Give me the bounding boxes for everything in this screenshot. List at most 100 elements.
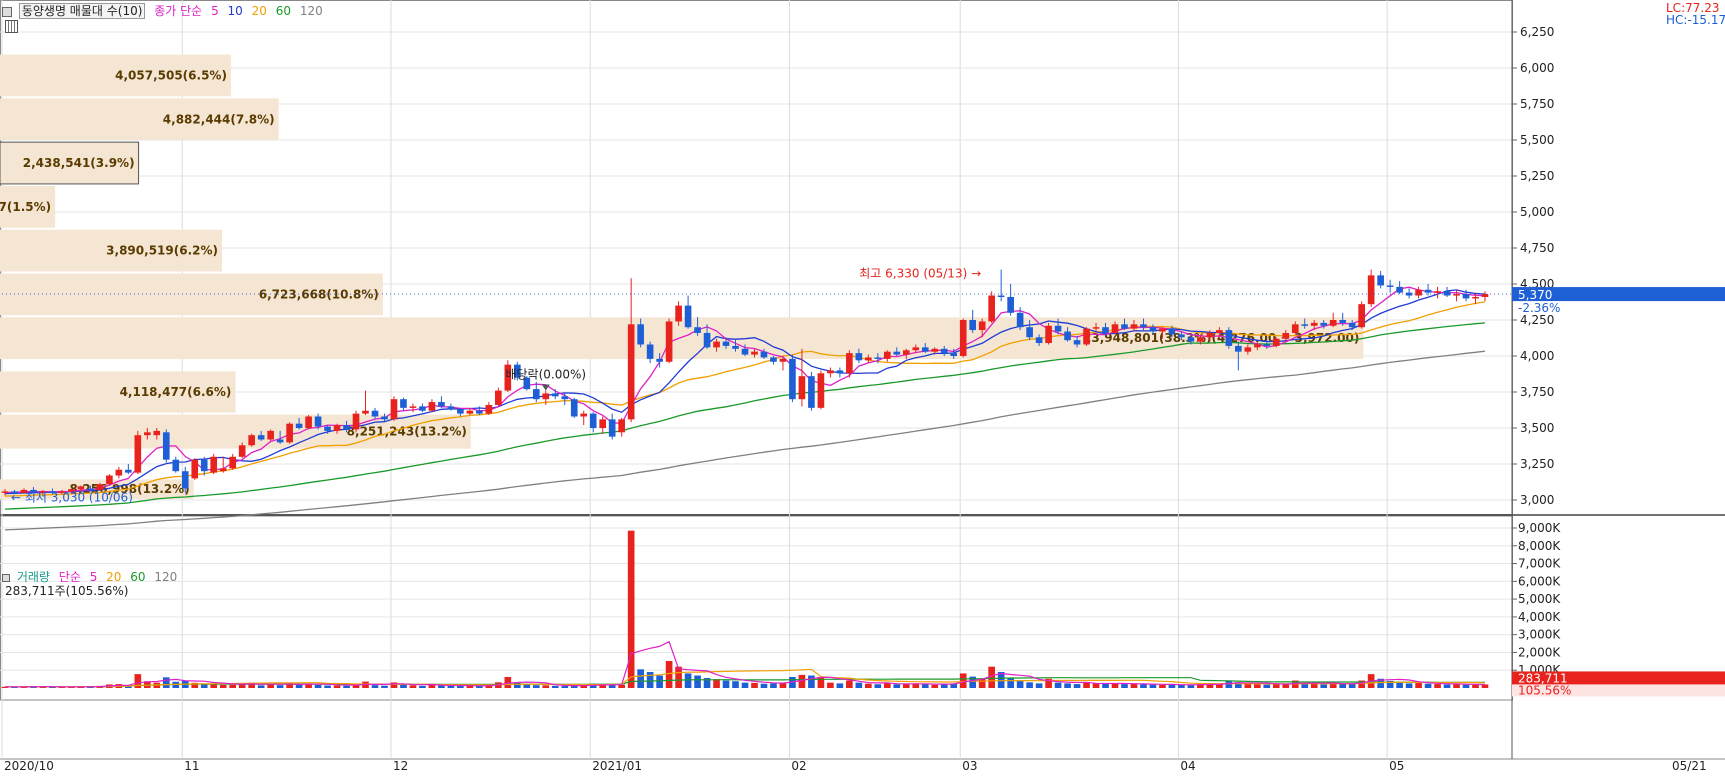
candle-body[interactable] bbox=[997, 295, 1005, 298]
candle-body[interactable] bbox=[495, 390, 502, 405]
candle-body[interactable] bbox=[381, 416, 388, 420]
volume-bar[interactable] bbox=[162, 677, 170, 688]
volume-bar[interactable] bbox=[1310, 683, 1318, 688]
volume-bar[interactable] bbox=[381, 685, 388, 688]
candle-body[interactable] bbox=[1035, 337, 1043, 344]
candle-body[interactable] bbox=[893, 351, 901, 355]
candle-body[interactable] bbox=[902, 350, 910, 355]
volume-bar[interactable] bbox=[1121, 684, 1128, 688]
volume-bar[interactable] bbox=[286, 682, 293, 688]
candle-body[interactable] bbox=[1130, 324, 1138, 329]
candle-body[interactable] bbox=[1197, 337, 1204, 342]
candle-body[interactable] bbox=[751, 351, 758, 355]
candle-body[interactable] bbox=[466, 410, 474, 414]
candle-body[interactable] bbox=[1329, 320, 1337, 326]
grid-icon[interactable] bbox=[5, 20, 18, 33]
price-legend-ma-type[interactable]: 종가 단순 bbox=[154, 4, 202, 18]
candle-body[interactable] bbox=[352, 413, 360, 430]
volume-bar[interactable] bbox=[1396, 682, 1403, 688]
volume-bar[interactable] bbox=[324, 685, 331, 688]
candle-body[interactable] bbox=[608, 419, 616, 437]
candle-body[interactable] bbox=[789, 358, 796, 400]
candle-body[interactable] bbox=[1263, 344, 1271, 346]
candle-body[interactable] bbox=[921, 347, 929, 352]
candle-body[interactable] bbox=[447, 406, 455, 410]
candle-body[interactable] bbox=[1253, 344, 1261, 348]
candle-body[interactable] bbox=[627, 324, 635, 420]
volume-bar[interactable] bbox=[276, 685, 284, 688]
volume-bar[interactable] bbox=[1272, 683, 1280, 688]
volume-bar[interactable] bbox=[921, 684, 929, 688]
candle-body[interactable] bbox=[1026, 327, 1033, 338]
candle-body[interactable] bbox=[200, 459, 208, 472]
volume-bar[interactable] bbox=[874, 684, 882, 688]
candle-body[interactable] bbox=[438, 402, 445, 407]
volume-bar[interactable] bbox=[855, 682, 863, 688]
volume-bar[interactable] bbox=[1073, 684, 1081, 688]
candle-body[interactable] bbox=[457, 409, 464, 414]
candle-body[interactable] bbox=[722, 341, 730, 346]
volume-bar[interactable] bbox=[1415, 683, 1422, 688]
candle-body[interactable] bbox=[770, 357, 777, 362]
volume-bar[interactable] bbox=[314, 684, 322, 688]
candle-body[interactable] bbox=[125, 469, 132, 473]
candle-body[interactable] bbox=[162, 432, 170, 460]
candle-body[interactable] bbox=[1434, 291, 1441, 293]
candle-body[interactable] bbox=[580, 413, 588, 417]
candle-body[interactable] bbox=[1102, 327, 1109, 333]
vma120-legend[interactable]: 120 bbox=[154, 570, 177, 584]
candle-body[interactable] bbox=[1007, 296, 1014, 313]
candle-body[interactable] bbox=[324, 426, 331, 431]
candle-body[interactable] bbox=[229, 456, 237, 469]
candle-body[interactable] bbox=[419, 406, 426, 411]
candle-body[interactable] bbox=[1187, 337, 1195, 342]
candle-body[interactable] bbox=[741, 348, 749, 355]
volume-bar[interactable] bbox=[419, 685, 426, 688]
volume-bar[interactable] bbox=[741, 682, 749, 688]
candle-body[interactable] bbox=[286, 423, 293, 443]
candle-body[interactable] bbox=[760, 351, 768, 358]
volume-settings-icon[interactable] bbox=[2, 573, 10, 582]
volume-bar[interactable] bbox=[940, 684, 948, 688]
volume-bar[interactable] bbox=[627, 530, 635, 688]
volume-bar[interactable] bbox=[1443, 684, 1451, 688]
candle-body[interactable] bbox=[1083, 328, 1090, 345]
volume-bar[interactable] bbox=[846, 680, 853, 688]
candle-body[interactable] bbox=[276, 439, 284, 443]
ma5-legend[interactable]: 5 bbox=[211, 4, 219, 18]
candle-body[interactable] bbox=[846, 353, 853, 374]
volume-bar[interactable] bbox=[893, 684, 901, 688]
candle-body[interactable] bbox=[779, 358, 787, 362]
volume-bar[interactable] bbox=[865, 683, 872, 688]
candle-body[interactable] bbox=[589, 413, 597, 428]
candle-body[interactable] bbox=[1424, 289, 1432, 293]
candle-body[interactable] bbox=[115, 469, 123, 476]
candle-body[interactable] bbox=[1092, 327, 1100, 329]
candle-body[interactable] bbox=[428, 402, 436, 411]
volume-bar[interactable] bbox=[722, 680, 730, 688]
candle-body[interactable] bbox=[1168, 328, 1176, 335]
candle-body[interactable] bbox=[978, 321, 986, 331]
volume-bar[interactable] bbox=[959, 673, 967, 688]
candle-body[interactable] bbox=[210, 456, 218, 473]
candle-body[interactable] bbox=[305, 416, 312, 428]
candle-body[interactable] bbox=[343, 425, 350, 430]
candle-body[interactable] bbox=[1291, 324, 1299, 333]
candle-body[interactable] bbox=[267, 430, 274, 440]
volume-bar[interactable] bbox=[665, 660, 673, 688]
candle-body[interactable] bbox=[1064, 331, 1071, 341]
candle-body[interactable] bbox=[1149, 327, 1157, 332]
volume-bar[interactable] bbox=[1054, 682, 1062, 688]
candle-body[interactable] bbox=[1472, 296, 1479, 299]
volume-bar[interactable] bbox=[798, 674, 806, 688]
volume-bar[interactable] bbox=[732, 681, 739, 688]
volume-bar[interactable] bbox=[931, 684, 939, 688]
candle-body[interactable] bbox=[618, 419, 625, 433]
candle-body[interactable] bbox=[1073, 340, 1081, 345]
candle-body[interactable] bbox=[703, 332, 711, 348]
candle-body[interactable] bbox=[191, 459, 199, 479]
candle-body[interactable] bbox=[1320, 322, 1328, 326]
candle-body[interactable] bbox=[969, 320, 977, 331]
volume-bar[interactable] bbox=[751, 682, 758, 688]
volume-bar[interactable] bbox=[542, 685, 550, 688]
